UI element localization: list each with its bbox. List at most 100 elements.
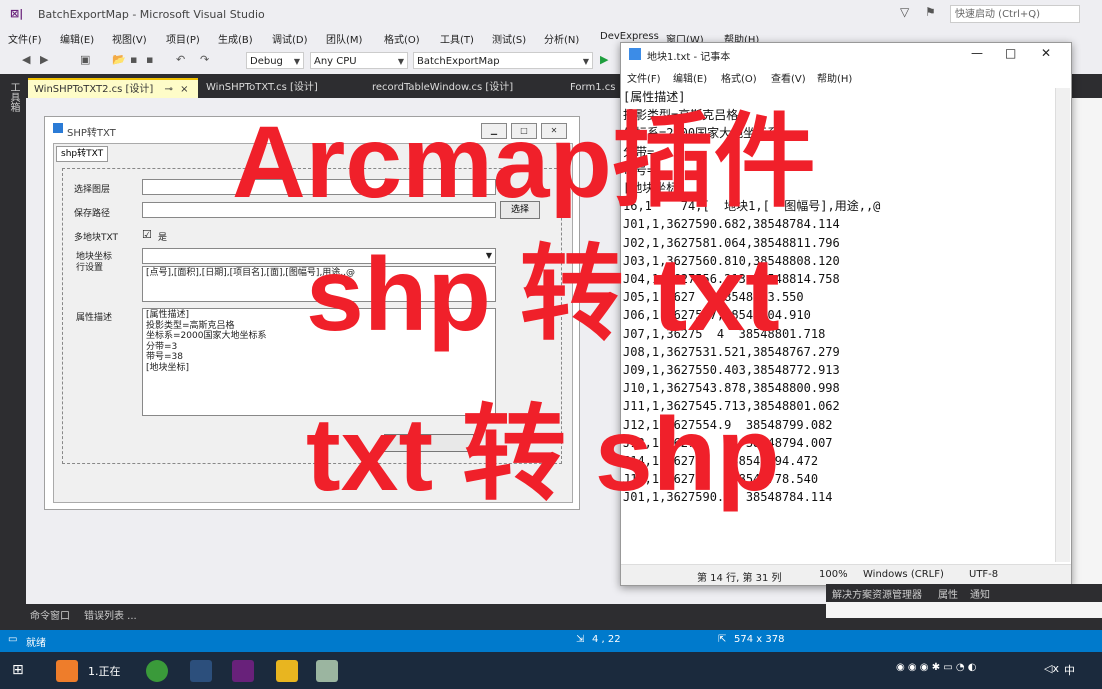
menu-item[interactable]: 格式(O) xyxy=(384,31,420,46)
visual-studio-logo-icon: ⊠| xyxy=(10,7,24,20)
form-app-icon xyxy=(53,123,63,133)
quick-launch-input[interactable]: 快速启动 (Ctrl+Q) xyxy=(950,5,1080,23)
notepad-title: 地块1.txt - 记事本 xyxy=(647,52,731,63)
status-ready: 就绪 xyxy=(26,638,46,649)
menu-item[interactable]: 工具(T) xyxy=(440,31,474,46)
close-icon[interactable]: ✕ xyxy=(1041,46,1051,60)
attr-desc-label: 属性描述 xyxy=(76,313,113,323)
new-project-icon[interactable]: ▣ xyxy=(80,53,90,66)
tab-properties[interactable]: 属性 xyxy=(938,586,958,601)
vs-status-bar: ▭ 就绪 ⇲ 4 , 22 ⇱ 574 x 378 xyxy=(0,630,1102,652)
tab-winshptotxt[interactable]: WinSHPToTXT.cs [设计] xyxy=(200,78,360,98)
ime-indicator[interactable]: 中 xyxy=(1064,662,1075,678)
checkbox-label: 是 xyxy=(158,233,168,243)
overlay-title-line1: Arcmap插件 xyxy=(232,105,816,219)
position-icon: ⇲ xyxy=(576,634,585,645)
tray-icons[interactable]: ◉ ◉ ◉ ✱ ▭ ◔ ◐ xyxy=(896,662,977,673)
tab-label: Form1.cs xyxy=(570,82,616,93)
multi-block-label: 多地块TXT xyxy=(74,233,119,243)
select-layer-label: 选择图层 xyxy=(74,185,111,195)
pin-icon[interactable]: ⊸ xyxy=(165,84,173,95)
menu-item[interactable]: 调试(D) xyxy=(272,31,308,46)
close-icon[interactable]: × xyxy=(180,84,188,95)
config-value: Debug xyxy=(250,56,283,67)
platform-value: Any CPU xyxy=(314,56,357,67)
visual-studio-icon[interactable] xyxy=(232,660,254,682)
toolbox-strip[interactable]: 工具箱 xyxy=(0,74,26,630)
menu-item[interactable]: 团队(M) xyxy=(326,31,362,46)
tab-error-list[interactable]: 错误列表 ... xyxy=(84,607,137,622)
menu-item[interactable]: 编辑(E) xyxy=(60,31,94,46)
status-size: 574 x 378 xyxy=(734,634,785,645)
overlay-title-line2: shp 转 txt xyxy=(306,237,780,353)
startup-project-select[interactable]: BatchExportMap ▼ xyxy=(413,52,593,69)
notepad-menu-item[interactable]: 查看(V) xyxy=(771,70,806,85)
config-select[interactable]: Debug ▼ xyxy=(246,52,304,69)
menu-item[interactable]: 生成(B) xyxy=(218,31,253,46)
filter-icon[interactable]: ▽ xyxy=(900,5,909,19)
minimize-icon[interactable]: — xyxy=(971,46,983,60)
text-line: J09,1,3627550.403,38548772.913 xyxy=(623,363,840,378)
notepad-taskbar-icon[interactable] xyxy=(316,660,338,682)
coord-setting-label: 地块坐标 行设置 xyxy=(76,252,113,273)
bottom-tool-tabs: 命令窗口 错误列表 ... xyxy=(26,604,826,624)
app-icon[interactable] xyxy=(56,660,78,682)
open-icon[interactable]: 📂 xyxy=(112,53,126,66)
tab-solution-explorer[interactable]: 解决方案资源管理器 xyxy=(832,586,922,601)
search-app-icon[interactable] xyxy=(190,660,212,682)
undo-icon[interactable]: ↶ xyxy=(176,53,185,66)
save-icon[interactable]: ▪ xyxy=(130,53,137,66)
notepad-menu-item[interactable]: 格式(O) xyxy=(721,70,757,85)
multi-block-checkbox[interactable]: ☑ xyxy=(142,228,152,241)
status-position: 4 , 22 xyxy=(592,634,621,645)
tab-label: recordTableWindow.cs [设计] xyxy=(372,82,514,93)
windows-start-icon[interactable]: ⊞ xyxy=(12,662,24,678)
tab-recordtablewindow[interactable]: recordTableWindow.cs [设计] xyxy=(366,78,546,98)
status-icon: ▭ xyxy=(8,634,18,645)
taskbar-item-label[interactable]: 1.正在 xyxy=(88,663,121,679)
account-icon[interactable]: ⚑ xyxy=(925,5,936,19)
redo-icon[interactable]: ↷ xyxy=(200,53,209,66)
menu-item[interactable]: DevExpress xyxy=(600,31,659,42)
chevron-down-icon: ▼ xyxy=(293,57,300,66)
windows-taskbar: ⊞ 1.正在 ◉ ◉ ◉ ✱ ▭ ◔ ◐ ◁x 中 xyxy=(0,652,1102,689)
notepad-status-bar: 第 14 行, 第 31 列 100% Windows (CRLF) UTF-8 xyxy=(621,564,1071,585)
chevron-down-icon: ▼ xyxy=(582,57,589,66)
forward-icon[interactable]: ▶ xyxy=(40,53,48,66)
menu-item[interactable]: 项目(P) xyxy=(166,31,200,46)
notepad-menu-item[interactable]: 编辑(E) xyxy=(673,70,707,85)
menu-item[interactable]: 视图(V) xyxy=(112,31,147,46)
file-explorer-icon[interactable] xyxy=(276,660,298,682)
tab-shp-to-txt[interactable]: shp转TXT xyxy=(56,146,109,162)
tab-winshptotxt2[interactable]: WinSHPToTXT2.cs [设计] ⊸ × xyxy=(28,78,198,98)
text-line: J10,1,3627543.878,38548800.998 xyxy=(623,381,840,396)
chevron-down-icon: ▼ xyxy=(397,57,404,66)
text-line: [属性描述] xyxy=(623,90,686,104)
form-title: SHP转TXT xyxy=(67,128,116,139)
menu-item[interactable]: 分析(N) xyxy=(544,31,579,46)
notepad-icon xyxy=(629,48,641,60)
maximize-icon[interactable]: □ xyxy=(1005,46,1016,60)
menu-item[interactable]: 测试(S) xyxy=(492,31,526,46)
right-bottom-tabs: 解决方案资源管理器 属性 通知 xyxy=(826,584,1102,602)
platform-select[interactable]: Any CPU ▼ xyxy=(310,52,408,69)
notepad-menu-item[interactable]: 文件(F) xyxy=(627,70,661,85)
browser-icon[interactable] xyxy=(146,660,168,682)
line-ending: Windows (CRLF) xyxy=(863,569,944,580)
tab-notifications[interactable]: 通知 xyxy=(970,586,990,601)
startup-value: BatchExportMap xyxy=(417,56,500,67)
overlay-title-line3: txt 转 shp xyxy=(306,397,780,513)
menu-item[interactable]: 文件(F) xyxy=(8,31,42,46)
tab-label: WinSHPToTXT.cs [设计] xyxy=(206,82,318,93)
tab-command-window[interactable]: 命令窗口 xyxy=(30,607,70,622)
vertical-scrollbar[interactable] xyxy=(1055,88,1070,562)
tab-label: WinSHPToTXT2.cs [设计] xyxy=(34,84,154,95)
notepad-menu-bar: 文件(F) 编辑(E) 格式(O) 查看(V) 帮助(H) xyxy=(621,67,1071,87)
window-title: BatchExportMap - Microsoft Visual Studio xyxy=(38,8,265,21)
start-icon[interactable]: ▶ xyxy=(600,53,608,66)
notepad-menu-item[interactable]: 帮助(H) xyxy=(817,70,852,85)
volume-icon[interactable]: ◁x xyxy=(1044,662,1059,675)
save-all-icon[interactable]: ▪ xyxy=(146,53,153,66)
back-icon[interactable]: ◀ xyxy=(22,53,30,66)
encoding: UTF-8 xyxy=(969,569,999,580)
